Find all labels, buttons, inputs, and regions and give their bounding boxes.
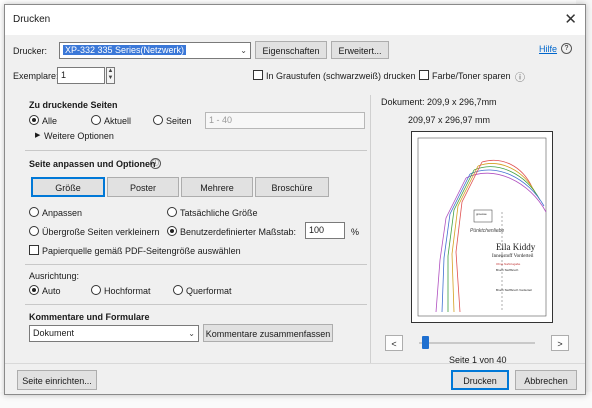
printer-label: Drucker: <box>13 46 48 56</box>
pattern-logo: Pünktchenliebe <box>470 228 505 234</box>
comments-heading: Kommentare und Formulare <box>29 312 150 322</box>
paper-source-checkbox[interactable] <box>29 245 39 255</box>
chevron-down-icon: ⌄ <box>188 329 195 338</box>
radio-current[interactable] <box>91 115 101 125</box>
title-bar: Drucken ✕ <box>5 5 585 35</box>
chevron-down-icon: ⌄ <box>240 46 247 55</box>
grayscale-checkbox[interactable] <box>253 70 263 80</box>
orientation-heading: Ausrichtung: <box>29 271 80 281</box>
help-link[interactable]: Hilfe <box>539 44 557 54</box>
pattern-subtitle: Innenstoff Vorderteil <box>492 254 534 259</box>
radio-shrink[interactable] <box>29 226 39 236</box>
pattern-note: Ohne Nahtzugabe <box>496 262 521 266</box>
print-button[interactable]: Drucken <box>451 370 509 390</box>
radio-orientation-auto-label: Auto <box>42 286 61 296</box>
prev-page-button[interactable]: < <box>385 335 403 351</box>
pattern-preview-graphic <box>417 137 547 317</box>
page-size: 209,97 x 296,97 mm <box>408 115 491 125</box>
pattern-line <box>435 177 467 313</box>
fit-info-icon[interactable]: ⓘ <box>150 158 161 169</box>
tab-booklet[interactable]: Broschüre <box>255 177 329 197</box>
summarize-comments-button[interactable]: Kommentare zusammenfassen <box>203 324 333 342</box>
close-icon[interactable]: ✕ <box>564 10 577 28</box>
page-preview: groesse Pünktchenliebe Eila Kiddy Innens… <box>411 131 553 323</box>
tab-poster[interactable]: Poster <box>107 177 179 197</box>
pages-heading: Zu druckende Seiten <box>29 100 118 110</box>
pattern-title: Eila Kiddy <box>496 242 536 252</box>
more-options-link[interactable]: Weitere Optionen <box>44 131 114 141</box>
page-slider-thumb[interactable] <box>421 336 429 349</box>
advanced-button[interactable]: Erweitert... <box>331 41 389 59</box>
info-icon[interactable]: ⓘ <box>515 69 525 84</box>
comments-select[interactable]: Dokument ⌄ <box>29 325 199 342</box>
separator <box>25 264 367 265</box>
page-slider-track[interactable] <box>419 342 535 344</box>
radio-current-label: Aktuell <box>104 116 132 126</box>
radio-fit-label: Anpassen <box>42 208 83 218</box>
radio-fit[interactable] <box>29 207 39 217</box>
printer-select[interactable]: XP-332 335 Series(Netzwerk) ⌄ <box>59 42 251 59</box>
properties-button[interactable]: Eigenschaften <box>255 41 327 59</box>
preview-panel: Dokument: 209,9 x 296,7mm 209,97 x 296,9… <box>370 95 581 365</box>
separator <box>25 304 367 305</box>
scale-unit: % <box>351 227 360 237</box>
save-toner-label: Farbe/Toner sparen <box>432 71 511 81</box>
comments-value: Dokument <box>33 328 75 338</box>
radio-all[interactable] <box>29 115 39 125</box>
paper-source-label: Papierquelle gemäß PDF-Seitengröße auswä… <box>42 246 241 256</box>
footer-separator <box>5 363 585 364</box>
printer-value: XP-332 335 Series(Netzwerk) <box>63 45 187 55</box>
dialog-title: Drucken <box>13 14 51 25</box>
radio-pages-label: Seiten <box>166 116 192 126</box>
copies-stepper[interactable]: ▲ ▼ <box>106 67 115 84</box>
separator <box>25 150 367 151</box>
radio-custom-scale-label: Benutzerdefinierter Maßstab: <box>180 227 297 237</box>
radio-actual-size-label: Tatsächliche Größe <box>180 208 258 218</box>
radio-pages[interactable] <box>153 115 163 125</box>
tab-multiple[interactable]: Mehrere <box>181 177 253 197</box>
pattern-note2: Bruch Stoffbruch <box>496 268 519 272</box>
help-icon[interactable]: ? <box>561 43 572 54</box>
next-page-button[interactable]: > <box>551 335 569 351</box>
pattern-footer: Bruch Stoffbruch Vorderteil <box>496 288 532 292</box>
radio-landscape[interactable] <box>173 285 183 295</box>
radio-actual-size[interactable] <box>167 207 177 217</box>
radio-orientation-auto[interactable] <box>29 285 39 295</box>
radio-portrait[interactable] <box>91 285 101 295</box>
scale-input[interactable]: 100 <box>305 222 345 239</box>
page-range-input[interactable]: 1 - 40 <box>205 112 365 129</box>
page-setup-button[interactable]: Seite einrichten... <box>17 370 97 390</box>
tab-size[interactable]: Größe <box>31 177 105 197</box>
copies-input[interactable]: 1 <box>57 67 105 84</box>
triangle-icon[interactable]: ▶ <box>35 131 40 139</box>
radio-all-label: Alle <box>42 116 58 126</box>
document-size: Dokument: 209,9 x 296,7mm <box>381 97 497 107</box>
fit-heading: Seite anpassen und Optionen <box>29 159 156 169</box>
radio-portrait-label: Hochformat <box>104 286 151 296</box>
copies-label: Exemplare: <box>13 71 59 81</box>
print-dialog: Drucken ✕ Drucker: XP-332 335 Series(Net… <box>4 4 586 395</box>
radio-custom-scale[interactable] <box>167 226 177 236</box>
radio-landscape-label: Querformat <box>186 286 232 296</box>
cancel-button[interactable]: Abbrechen <box>515 370 577 390</box>
pattern-size-text: groesse <box>476 212 487 216</box>
radio-shrink-label: Übergroße Seiten verkleinern <box>42 227 160 237</box>
grayscale-label: In Graustufen (schwarzweiß) drucken <box>266 71 416 81</box>
save-toner-checkbox[interactable] <box>419 70 429 80</box>
